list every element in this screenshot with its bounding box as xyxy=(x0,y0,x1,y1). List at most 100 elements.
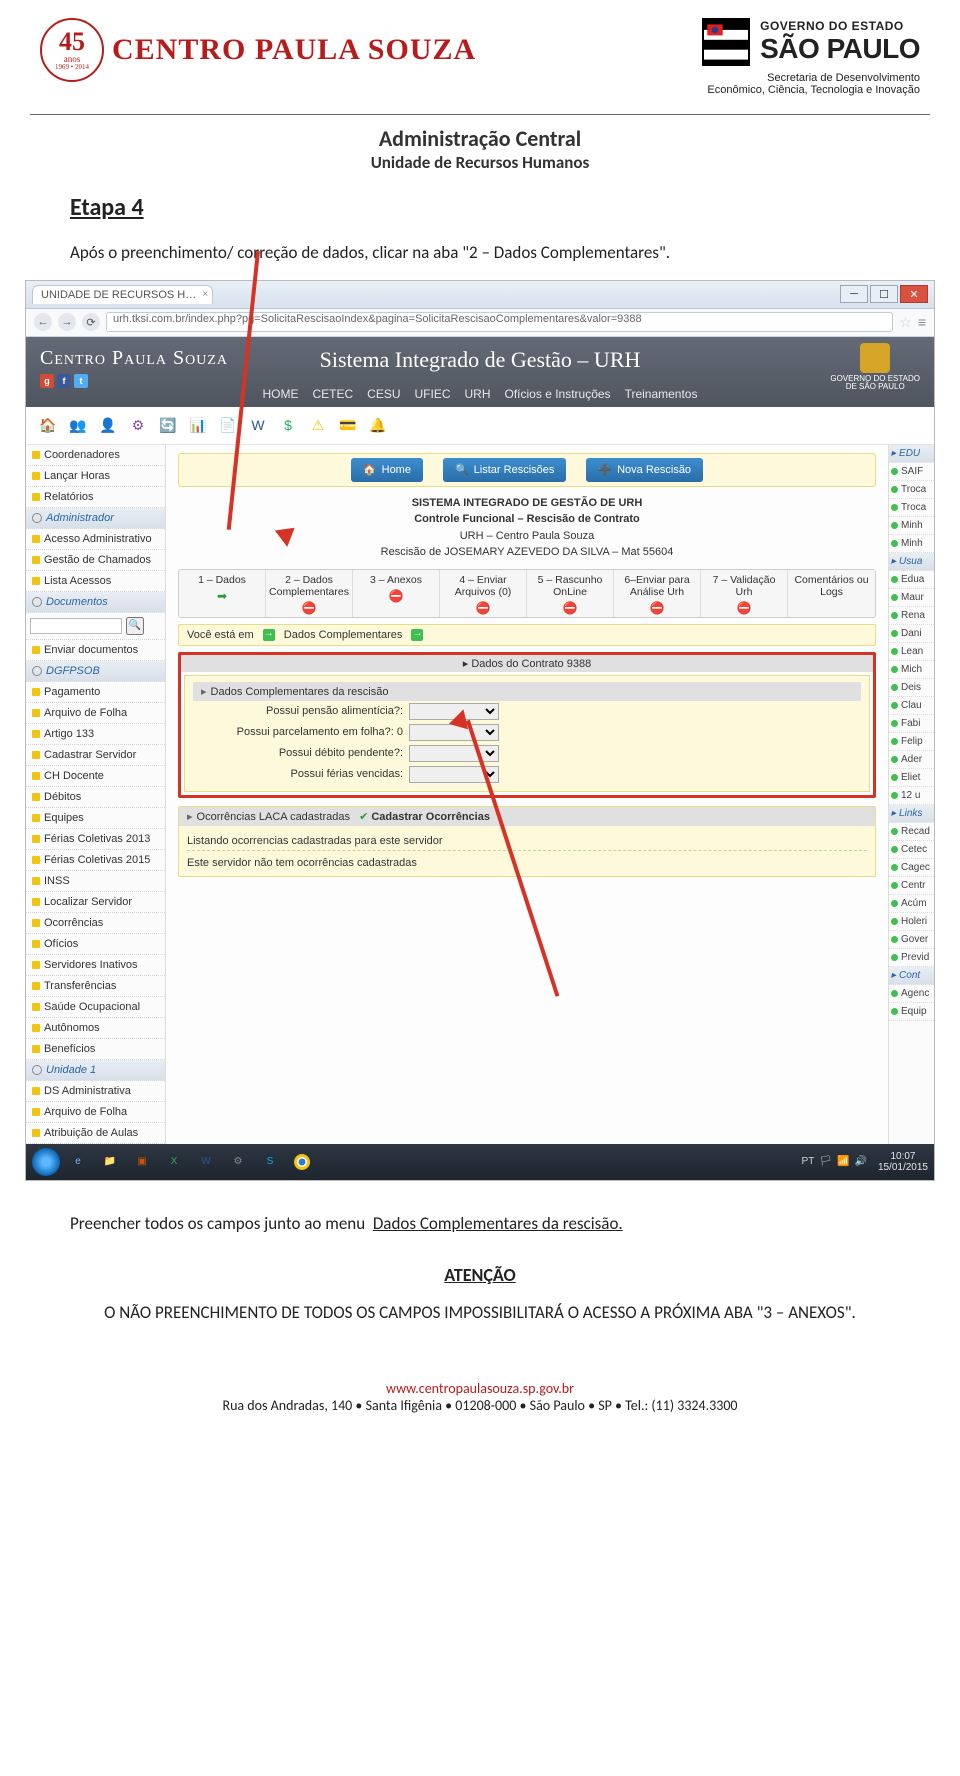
tray-flag-icon[interactable]: 🏳 xyxy=(819,1156,832,1167)
sidebar-item[interactable]: Férias Coletivas 2015 xyxy=(26,850,165,871)
googleplus-icon[interactable]: g xyxy=(40,374,54,388)
cadastrar-ocorrencias-link[interactable]: Cadastrar Ocorrências xyxy=(371,811,490,823)
word-icon[interactable]: W xyxy=(192,1148,220,1176)
right-item[interactable]: Cagec xyxy=(889,859,934,877)
tray-network-icon[interactable]: 📶 xyxy=(837,1156,849,1167)
sidebar-item[interactable]: Equipes xyxy=(26,808,165,829)
sidebar-item[interactable]: Lista Acessos xyxy=(26,571,165,592)
right-item[interactable]: Felip xyxy=(889,733,934,751)
skype-icon[interactable]: S xyxy=(256,1148,284,1176)
tool-word-icon[interactable]: W xyxy=(246,413,270,437)
facebook-icon[interactable]: f xyxy=(57,374,71,388)
language-indicator[interactable]: PT xyxy=(802,1156,815,1167)
browser-menu-icon[interactable]: ≡ xyxy=(918,314,926,330)
menu-cetec[interactable]: CETEC xyxy=(313,387,354,401)
tool-adduser-icon[interactable]: 👤 xyxy=(96,413,120,437)
menu-home[interactable]: HOME xyxy=(263,387,299,401)
sidebar-item[interactable]: Autônomos xyxy=(26,1018,165,1039)
sidebar-item[interactable]: Lançar Horas xyxy=(26,466,165,487)
right-item[interactable]: Rena xyxy=(889,607,934,625)
step-tab[interactable]: 3 – Anexos⛔ xyxy=(353,570,440,617)
tool-alert-icon[interactable]: 🔔 xyxy=(366,413,390,437)
right-item[interactable]: Deis xyxy=(889,679,934,697)
sidebar-item[interactable]: Arquivo de Folha xyxy=(26,703,165,724)
right-item[interactable]: Minh xyxy=(889,517,934,535)
bookmark-icon[interactable]: ☆ xyxy=(899,314,912,331)
right-item[interactable]: Centr xyxy=(889,877,934,895)
tool-money-icon[interactable]: $ xyxy=(276,413,300,437)
sidebar-item[interactable]: Localizar Servidor xyxy=(26,892,165,913)
tool-warn-icon[interactable]: ⚠ xyxy=(306,413,330,437)
tool-settings-icon[interactable]: ⚙ xyxy=(126,413,150,437)
tool-users-icon[interactable]: 👥 xyxy=(66,413,90,437)
sidebar-item[interactable]: Ofícios xyxy=(26,934,165,955)
sidebar-item[interactable]: Ocorrências xyxy=(26,913,165,934)
right-item[interactable]: Clau xyxy=(889,697,934,715)
field-select[interactable] xyxy=(409,745,499,762)
menu-urh[interactable]: URH xyxy=(465,387,491,401)
right-item[interactable]: Edua xyxy=(889,571,934,589)
browser-tab[interactable]: UNIDADE DE RECURSOS H… × xyxy=(32,285,213,304)
menu-ufiec[interactable]: UFIEC xyxy=(415,387,451,401)
right-item[interactable]: Dani xyxy=(889,625,934,643)
right-item[interactable]: Holeri xyxy=(889,913,934,931)
right-item[interactable]: Lean xyxy=(889,643,934,661)
sidebar-item[interactable]: Saúde Ocupacional xyxy=(26,997,165,1018)
sidebar-item[interactable]: Relatórios xyxy=(26,487,165,508)
step-tab[interactable]: 6–Enviar para Análise Urh⛔ xyxy=(614,570,701,617)
sidebar-item[interactable]: Pagamento xyxy=(26,682,165,703)
sidebar-item[interactable]: Benefícios xyxy=(26,1039,165,1060)
step-tab[interactable]: 2 – Dados Complementares⛔ xyxy=(266,570,353,617)
step-tab[interactable]: Comentários ou Logs xyxy=(788,570,875,617)
step-tab[interactable]: 7 – Validação Urh⛔ xyxy=(701,570,788,617)
sidebar-item[interactable]: Débitos xyxy=(26,787,165,808)
right-item[interactable]: Recad xyxy=(889,823,934,841)
right-item[interactable]: Fabi xyxy=(889,715,934,733)
right-item[interactable]: Equip xyxy=(889,1003,934,1021)
ie-icon[interactable]: e xyxy=(64,1148,92,1176)
sidebar-item[interactable]: Enviar documentos xyxy=(26,640,165,661)
sidebar-item[interactable]: Arquivo de Folha xyxy=(26,1102,165,1123)
explorer-icon[interactable]: 📁 xyxy=(96,1148,124,1176)
step-tab[interactable]: 1 – Dados➡ xyxy=(179,570,266,617)
tool-card-icon[interactable]: 💳 xyxy=(336,413,360,437)
right-item[interactable]: Ader xyxy=(889,751,934,769)
field-select[interactable] xyxy=(409,766,499,783)
step-tab[interactable]: 4 – Enviar Arquivos (0)⛔ xyxy=(440,570,527,617)
right-item[interactable]: Troca xyxy=(889,481,934,499)
menu-cesu[interactable]: CESU xyxy=(367,387,400,401)
clock[interactable]: 10:07 15/01/2015 xyxy=(878,1151,928,1173)
sidebar-item[interactable]: Férias Coletivas 2013 xyxy=(26,829,165,850)
step-tab[interactable]: 5 – Rascunho OnLine⛔ xyxy=(527,570,614,617)
right-item[interactable]: Cetec xyxy=(889,841,934,859)
back-icon[interactable]: ← xyxy=(34,313,52,331)
listar-rescisoes-button[interactable]: 🔍Listar Rescisões xyxy=(443,458,566,482)
window-minimize-button[interactable]: ─ xyxy=(840,285,868,303)
sidebar-item[interactable]: Atribuição de Aulas xyxy=(26,1123,165,1144)
sidebar-item[interactable]: Transferências xyxy=(26,976,165,997)
sidebar-item[interactable]: Gestão de Chamados xyxy=(26,550,165,571)
sidebar-item[interactable]: 🔍 xyxy=(26,613,165,640)
start-button[interactable] xyxy=(32,1148,60,1176)
right-item[interactable]: Maur xyxy=(889,589,934,607)
gear-icon[interactable]: ⚙ xyxy=(224,1148,252,1176)
right-item[interactable]: 12 u xyxy=(889,787,934,805)
tool-chart-icon[interactable]: 📊 xyxy=(186,413,210,437)
window-close-button[interactable]: ✕ xyxy=(900,285,928,303)
tray-sound-icon[interactable]: 🔊 xyxy=(854,1156,866,1167)
url-input[interactable]: urh.tksi.com.br/index.php?pg=SolicitaRes… xyxy=(106,312,893,332)
terminal-icon[interactable]: ▣ xyxy=(128,1148,156,1176)
twitter-icon[interactable]: t xyxy=(74,374,88,388)
menu-oficios[interactable]: Ofícios e Instruções xyxy=(505,387,611,401)
sidebar-item[interactable]: CH Docente xyxy=(26,766,165,787)
window-maximize-button[interactable]: ☐ xyxy=(870,285,898,303)
home-button[interactable]: 🏠Home xyxy=(351,458,423,482)
right-item[interactable]: SAIF xyxy=(889,463,934,481)
right-item[interactable]: Minh xyxy=(889,535,934,553)
footer-url[interactable]: www.centropaulasouza.sp.gov.br xyxy=(386,1380,574,1397)
forward-icon[interactable]: → xyxy=(58,313,76,331)
sidebar-item[interactable]: Artigo 133 xyxy=(26,724,165,745)
sidebar-item[interactable]: Coordenadores xyxy=(26,445,165,466)
quick-search-button[interactable]: 🔍 xyxy=(126,617,144,635)
reload-icon[interactable]: ⟳ xyxy=(82,313,100,331)
